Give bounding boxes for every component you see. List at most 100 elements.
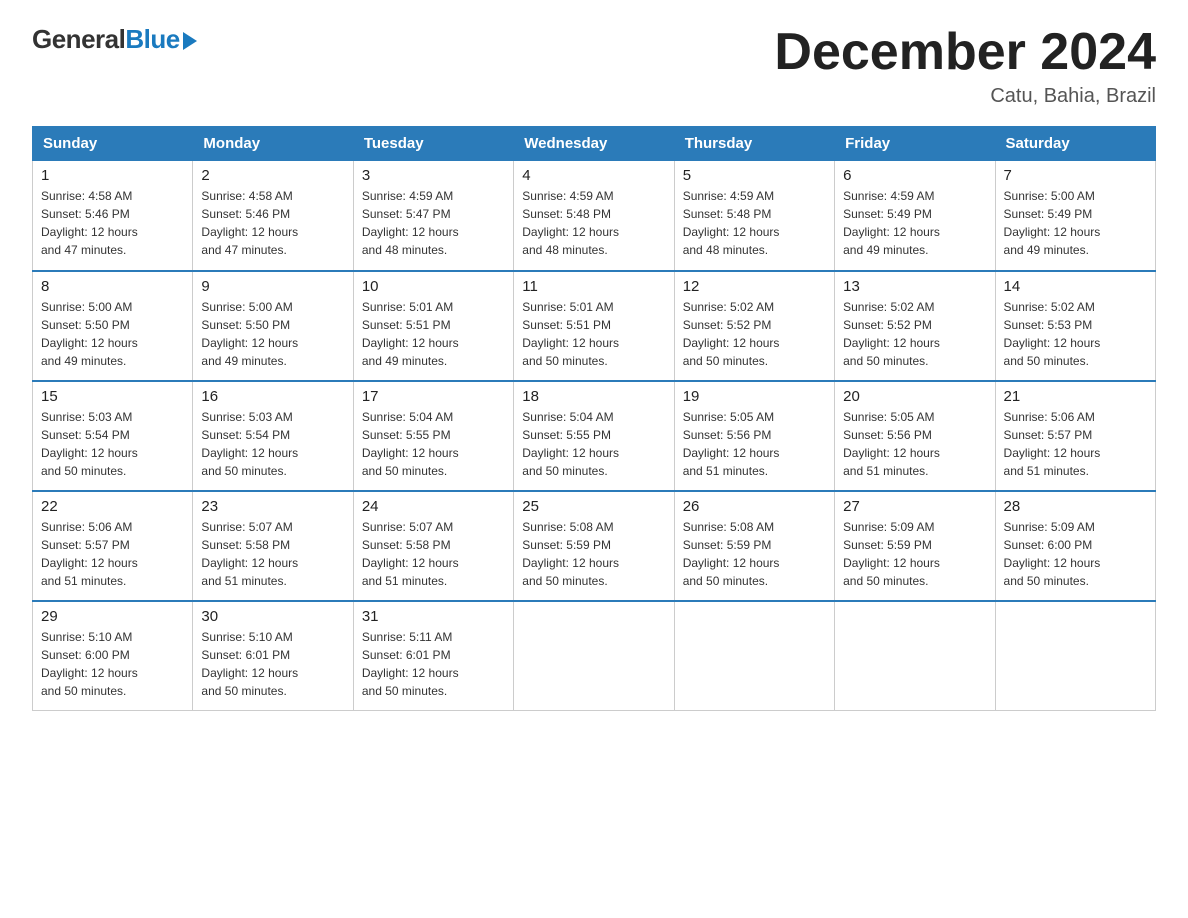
day-cell-29: 29Sunrise: 5:10 AMSunset: 6:00 PMDayligh…	[33, 601, 193, 711]
day-cell-17: 17Sunrise: 5:04 AMSunset: 5:55 PMDayligh…	[353, 381, 513, 491]
day-cell-9: 9 Sunrise: 5:00 AMSunset: 5:50 PMDaylight…	[193, 271, 353, 381]
day-cell-13: 13Sunrise: 5:02 AMSunset: 5:52 PMDayligh…	[835, 271, 995, 381]
day-info-5: Sunrise: 4:59 AMSunset: 5:48 PMDaylight:…	[683, 187, 826, 259]
day-cell-12: 12 Sunrise: 5:02 AMSunset: 5:52 PMDayligh…	[674, 271, 834, 381]
day-number-20: 20	[843, 388, 986, 405]
day-info-21: Sunrise: 5:06 AMSunset: 5:57 PMDaylight:…	[1004, 408, 1147, 480]
day-cell-15: 15 Sunrise: 5:03 AMSunset: 5:54 PMDayligh…	[33, 381, 193, 491]
header-thursday: Thursday	[674, 127, 834, 161]
header-saturday: Saturday	[995, 127, 1155, 161]
day-cell-2: 2 Sunrise: 4:58 AMSunset: 5:46 PMDaylight…	[193, 161, 353, 271]
day-number-17: 17	[362, 388, 505, 405]
day-info-14: Sunrise: 5:02 AMSunset: 5:53 PMDaylight:…	[1004, 298, 1147, 370]
day-info-18: Sunrise: 5:04 AMSunset: 5:55 PMDaylight:…	[522, 408, 665, 480]
header-wednesday: Wednesday	[514, 127, 674, 161]
day-cell-31: 31 Sunrise: 5:11 AMSunset: 6:01 PMDayligh…	[353, 601, 513, 711]
week-row-4: 22Sunrise: 5:06 AMSunset: 5:57 PMDayligh…	[33, 491, 1156, 601]
calendar-title: December 2024	[774, 24, 1156, 81]
calendar-table: SundayMondayTuesdayWednesdayThursdayFrid…	[32, 126, 1156, 711]
day-cell-6: 6 Sunrise: 4:59 AMSunset: 5:49 PMDaylight…	[835, 161, 995, 271]
day-info-23: Sunrise: 5:07 AMSunset: 5:58 PMDaylight:…	[201, 518, 344, 590]
week-row-5: 29Sunrise: 5:10 AMSunset: 6:00 PMDayligh…	[33, 601, 1156, 711]
day-info-7: Sunrise: 5:00 AMSunset: 5:49 PMDaylight:…	[1004, 187, 1147, 259]
calendar-subtitle: Catu, Bahia, Brazil	[774, 85, 1156, 108]
day-info-28: Sunrise: 5:09 AMSunset: 6:00 PMDaylight:…	[1004, 518, 1147, 590]
header-friday: Friday	[835, 127, 995, 161]
day-cell-18: 18Sunrise: 5:04 AMSunset: 5:55 PMDayligh…	[514, 381, 674, 491]
day-cell-10: 10Sunrise: 5:01 AMSunset: 5:51 PMDayligh…	[353, 271, 513, 381]
logo-blue-part: Blue	[125, 24, 196, 55]
day-cell-19: 19Sunrise: 5:05 AMSunset: 5:56 PMDayligh…	[674, 381, 834, 491]
day-cell-7: 7Sunrise: 5:00 AMSunset: 5:49 PMDaylight…	[995, 161, 1155, 271]
day-number-6: 6	[843, 167, 986, 184]
day-number-26: 26	[683, 498, 826, 515]
day-cell-1: 1Sunrise: 4:58 AMSunset: 5:46 PMDaylight…	[33, 161, 193, 271]
logo-blue-text: Blue	[125, 24, 179, 55]
week-row-2: 8Sunrise: 5:00 AMSunset: 5:50 PMDaylight…	[33, 271, 1156, 381]
day-info-11: Sunrise: 5:01 AMSunset: 5:51 PMDaylight:…	[522, 298, 665, 370]
title-section: December 2024 Catu, Bahia, Brazil	[774, 24, 1156, 108]
day-number-19: 19	[683, 388, 826, 405]
day-info-3: Sunrise: 4:59 AMSunset: 5:47 PMDaylight:…	[362, 187, 505, 259]
day-info-25: Sunrise: 5:08 AMSunset: 5:59 PMDaylight:…	[522, 518, 665, 590]
day-number-23: 23	[201, 498, 344, 515]
day-info-9: Sunrise: 5:00 AMSunset: 5:50 PMDaylight:…	[201, 298, 344, 370]
day-number-27: 27	[843, 498, 986, 515]
header-tuesday: Tuesday	[353, 127, 513, 161]
day-info-30: Sunrise: 5:10 AMSunset: 6:01 PMDaylight:…	[201, 628, 344, 700]
day-cell-4: 4 Sunrise: 4:59 AMSunset: 5:48 PMDaylight…	[514, 161, 674, 271]
day-cell-25: 25Sunrise: 5:08 AMSunset: 5:59 PMDayligh…	[514, 491, 674, 601]
day-number-31: 31	[362, 608, 505, 625]
week-row-3: 15 Sunrise: 5:03 AMSunset: 5:54 PMDayligh…	[33, 381, 1156, 491]
day-number-4: 4	[522, 167, 665, 184]
day-number-15: 15	[41, 388, 184, 405]
day-number-28: 28	[1004, 498, 1147, 515]
day-number-21: 21	[1004, 388, 1147, 405]
day-cell-22: 22Sunrise: 5:06 AMSunset: 5:57 PMDayligh…	[33, 491, 193, 601]
day-number-12: 12	[683, 278, 826, 295]
day-number-14: 14	[1004, 278, 1147, 295]
day-cell-8: 8Sunrise: 5:00 AMSunset: 5:50 PMDaylight…	[33, 271, 193, 381]
day-cell-26: 26 Sunrise: 5:08 AMSunset: 5:59 PMDayligh…	[674, 491, 834, 601]
header-row: SundayMondayTuesdayWednesdayThursdayFrid…	[33, 127, 1156, 161]
day-cell-21: 21 Sunrise: 5:06 AMSunset: 5:57 PMDayligh…	[995, 381, 1155, 491]
day-info-4: Sunrise: 4:59 AMSunset: 5:48 PMDaylight:…	[522, 187, 665, 259]
day-info-24: Sunrise: 5:07 AMSunset: 5:58 PMDaylight:…	[362, 518, 505, 590]
empty-cell	[674, 601, 834, 711]
page-header: General Blue December 2024 Catu, Bahia, …	[32, 24, 1156, 108]
day-info-6: Sunrise: 4:59 AMSunset: 5:49 PMDaylight:…	[843, 187, 986, 259]
day-cell-11: 11 Sunrise: 5:01 AMSunset: 5:51 PMDayligh…	[514, 271, 674, 381]
day-number-11: 11	[522, 278, 665, 295]
logo-text: General Blue	[32, 24, 197, 55]
day-cell-23: 23 Sunrise: 5:07 AMSunset: 5:58 PMDayligh…	[193, 491, 353, 601]
day-info-29: Sunrise: 5:10 AMSunset: 6:00 PMDaylight:…	[41, 628, 184, 700]
day-info-16: Sunrise: 5:03 AMSunset: 5:54 PMDaylight:…	[201, 408, 344, 480]
day-number-24: 24	[362, 498, 505, 515]
day-info-13: Sunrise: 5:02 AMSunset: 5:52 PMDaylight:…	[843, 298, 986, 370]
day-number-9: 9	[201, 278, 344, 295]
day-info-15: Sunrise: 5:03 AMSunset: 5:54 PMDaylight:…	[41, 408, 184, 480]
day-cell-20: 20 Sunrise: 5:05 AMSunset: 5:56 PMDayligh…	[835, 381, 995, 491]
day-cell-3: 3 Sunrise: 4:59 AMSunset: 5:47 PMDaylight…	[353, 161, 513, 271]
day-info-27: Sunrise: 5:09 AMSunset: 5:59 PMDaylight:…	[843, 518, 986, 590]
header-monday: Monday	[193, 127, 353, 161]
day-info-20: Sunrise: 5:05 AMSunset: 5:56 PMDaylight:…	[843, 408, 986, 480]
day-info-26: Sunrise: 5:08 AMSunset: 5:59 PMDaylight:…	[683, 518, 826, 590]
day-info-31: Sunrise: 5:11 AMSunset: 6:01 PMDaylight:…	[362, 628, 505, 700]
day-cell-27: 27 Sunrise: 5:09 AMSunset: 5:59 PMDayligh…	[835, 491, 995, 601]
day-info-2: Sunrise: 4:58 AMSunset: 5:46 PMDaylight:…	[201, 187, 344, 259]
day-cell-28: 28 Sunrise: 5:09 AMSunset: 6:00 PMDayligh…	[995, 491, 1155, 601]
day-number-3: 3	[362, 167, 505, 184]
empty-cell	[514, 601, 674, 711]
day-info-10: Sunrise: 5:01 AMSunset: 5:51 PMDaylight:…	[362, 298, 505, 370]
day-info-22: Sunrise: 5:06 AMSunset: 5:57 PMDaylight:…	[41, 518, 184, 590]
day-number-2: 2	[201, 167, 344, 184]
day-number-1: 1	[41, 167, 184, 184]
week-row-1: 1 Sunrise: 4:58 AMSunset: 5:46 PMDaylight…	[33, 161, 1156, 271]
day-cell-30: 30Sunrise: 5:10 AMSunset: 6:01 PMDayligh…	[193, 601, 353, 711]
day-cell-24: 24 Sunrise: 5:07 AMSunset: 5:58 PMDayligh…	[353, 491, 513, 601]
day-cell-5: 5Sunrise: 4:59 AMSunset: 5:48 PMDaylight…	[674, 161, 834, 271]
day-info-12: Sunrise: 5:02 AMSunset: 5:52 PMDaylight:…	[683, 298, 826, 370]
logo: General Blue	[32, 24, 197, 55]
empty-cell	[995, 601, 1155, 711]
